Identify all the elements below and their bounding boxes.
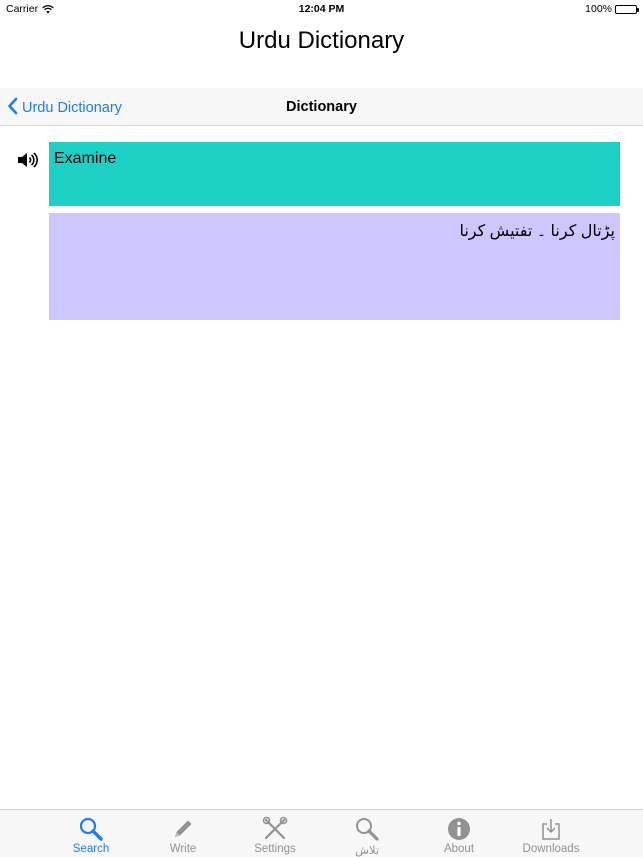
tab-urdu-search-label: تلاش bbox=[354, 845, 380, 857]
tab-search-label: Search bbox=[72, 843, 110, 855]
tab-downloads-label: Downloads bbox=[522, 843, 580, 855]
tab-about-label: About bbox=[443, 843, 475, 855]
pencil-icon bbox=[175, 820, 192, 837]
tab-downloads[interactable]: Downloads bbox=[511, 810, 591, 857]
tab-search[interactable]: Search bbox=[51, 810, 131, 857]
speaker-icon[interactable] bbox=[17, 151, 39, 169]
status-time: 12:04 PM bbox=[298, 3, 345, 15]
battery-icon bbox=[615, 4, 639, 14]
meaning-box: پڑتال کرنا ۔ تفتیش کرنا bbox=[49, 213, 620, 320]
tab-write-label: Write bbox=[169, 843, 197, 855]
nav-title: Dictionary bbox=[286, 99, 357, 115]
status-right: 100% bbox=[585, 3, 639, 15]
tools-icon bbox=[262, 816, 288, 840]
tab-about[interactable]: About bbox=[419, 810, 499, 857]
search-icon bbox=[79, 817, 103, 841]
word-box: Examine bbox=[49, 142, 620, 206]
tab-write[interactable]: Write bbox=[143, 810, 223, 857]
app-title: Urdu Dictionary bbox=[238, 27, 405, 54]
tab-urdu-search[interactable]: تلاش bbox=[327, 810, 407, 857]
info-icon bbox=[448, 818, 470, 840]
screen: Carrier 12:04 PM 100% Urdu Dictionary Ur… bbox=[0, 0, 643, 857]
tab-settings-label: Settings bbox=[254, 843, 296, 855]
meaning-text: پڑتال کرنا ۔ تفتیش کرنا bbox=[459, 223, 615, 240]
download-icon bbox=[542, 819, 560, 840]
tab-settings[interactable]: Settings bbox=[235, 810, 315, 857]
word-text: Examine bbox=[54, 150, 117, 167]
navigation-bar: Urdu Dictionary Dictionary bbox=[0, 88, 643, 126]
tab-bar: Search Write Settings تلاش About Downloa… bbox=[0, 809, 643, 857]
status-bar: Carrier 12:04 PM 100% bbox=[0, 0, 643, 18]
search-icon bbox=[356, 818, 379, 841]
battery-percent: 100% bbox=[585, 3, 612, 15]
